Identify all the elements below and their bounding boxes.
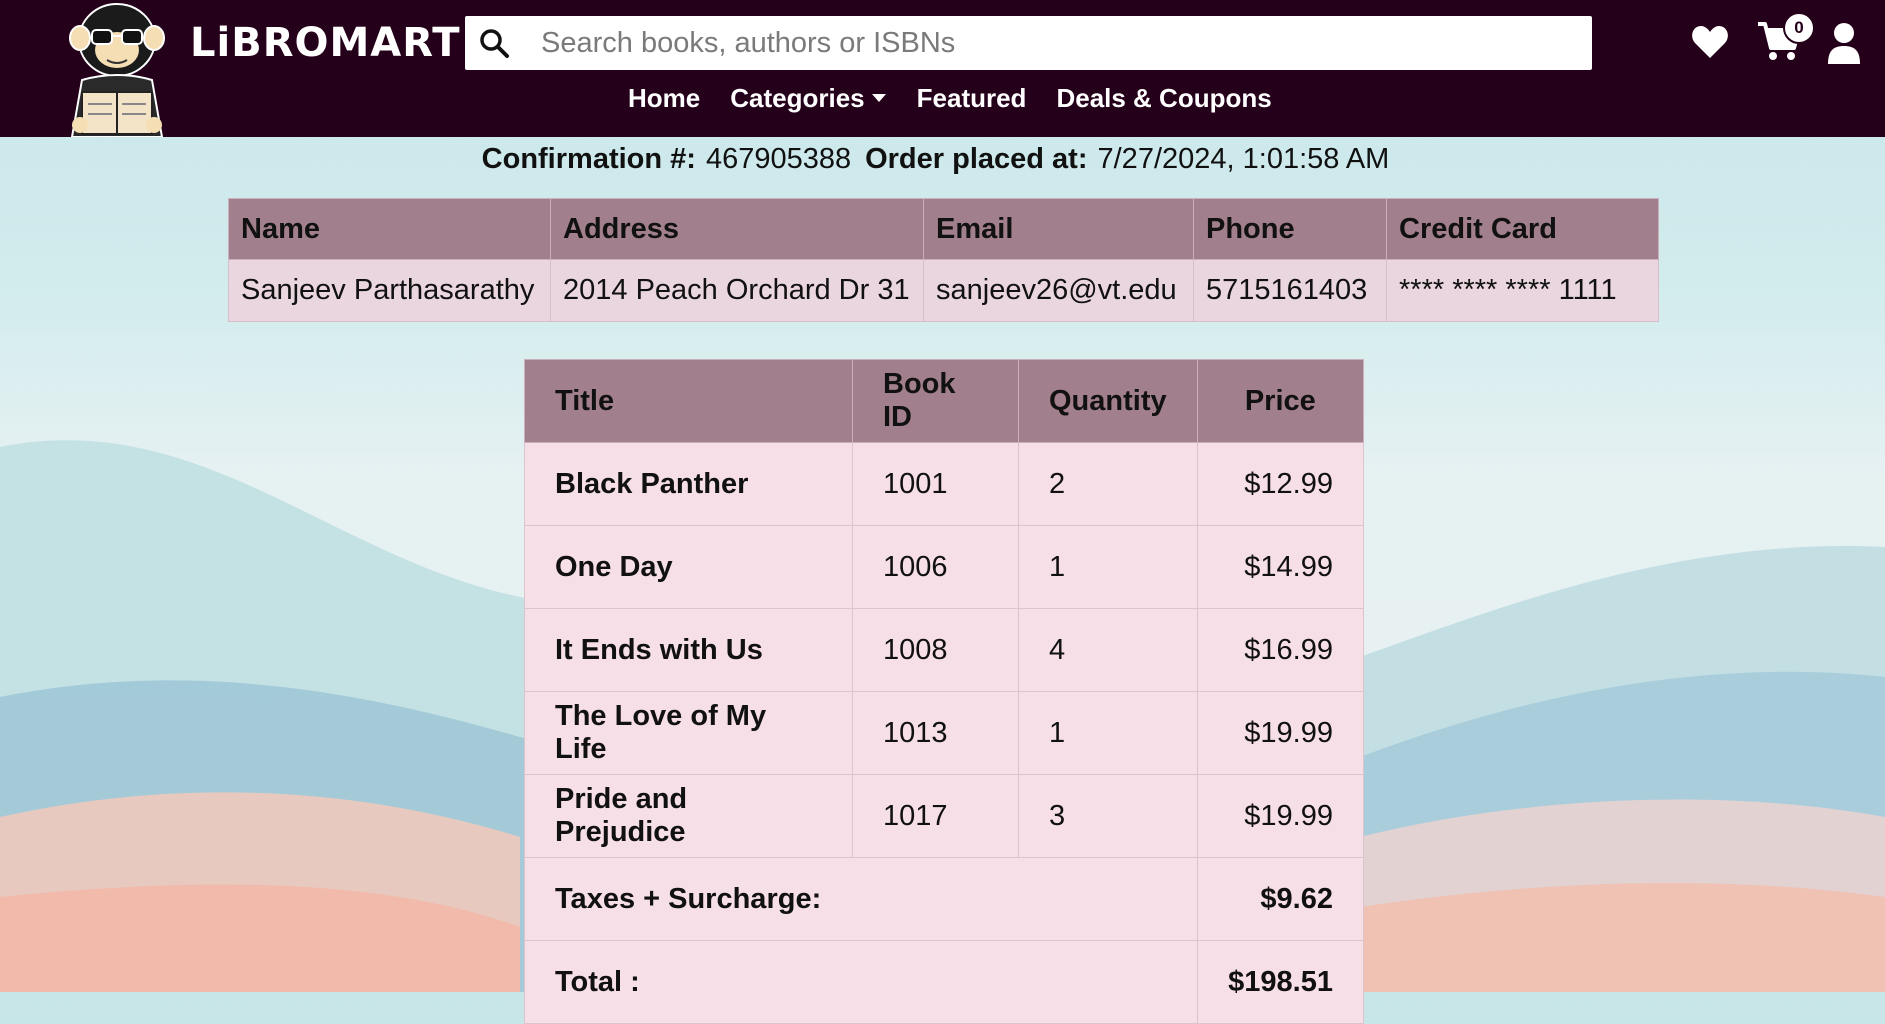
customer-name: Sanjeev Parthasarathy xyxy=(228,259,551,322)
confirmation-number-label: Confirmation #: xyxy=(481,143,696,175)
order-header-row: Title Book ID Quantity Price xyxy=(524,359,1365,443)
item-title: Black Panther xyxy=(524,442,853,526)
customer-info-table: Name Address Email Phone Credit Card San… xyxy=(228,198,1659,322)
item-title: It Ends with Us xyxy=(524,608,853,692)
order-placed-label: Order placed at: xyxy=(865,143,1088,175)
item-book-id: 1013 xyxy=(852,691,1019,775)
column-header-book-id: Book ID xyxy=(852,359,1019,443)
search-input[interactable] xyxy=(539,17,1592,69)
chevron-down-icon xyxy=(871,94,886,102)
nav-featured-link[interactable]: Featured xyxy=(917,83,1027,114)
column-header-price: Price xyxy=(1196,359,1365,443)
item-title: One Day xyxy=(524,525,853,609)
item-quantity: 4 xyxy=(1018,608,1198,692)
confirmation-number-value: 467905388 xyxy=(705,143,852,175)
nav-home-link[interactable]: Home xyxy=(628,83,700,114)
taxes-row: Taxes + Surcharge: $9.62 xyxy=(524,857,1365,941)
cart-count-badge: 0 xyxy=(1783,12,1815,44)
item-title: The Love of My Life xyxy=(524,691,853,775)
table-row: It Ends with Us 1008 4 $16.99 xyxy=(524,608,1365,692)
confirmation-line: Confirmation #: 467905388 Order placed at:… xyxy=(0,143,1885,176)
item-price: $16.99 xyxy=(1196,608,1365,692)
taxes-value: $9.62 xyxy=(1196,857,1365,941)
item-quantity: 1 xyxy=(1018,525,1198,609)
item-book-id: 1008 xyxy=(852,608,1019,692)
item-price: $19.99 xyxy=(1196,774,1365,858)
top-navigation-bar: LiBROMART Home Categories Featured Deals… xyxy=(0,0,1885,137)
item-quantity: 2 xyxy=(1018,442,1198,526)
total-label: Total : xyxy=(524,940,1198,1024)
order-items-table: Title Book ID Quantity Price Black Panth… xyxy=(524,359,1365,1024)
item-price: $12.99 xyxy=(1196,442,1365,526)
item-price: $14.99 xyxy=(1196,525,1365,609)
customer-address: 2014 Peach Orchard Dr 31 xyxy=(550,259,924,322)
nav-categories-dropdown[interactable]: Categories xyxy=(730,83,886,114)
taxes-label: Taxes + Surcharge: xyxy=(524,857,1198,941)
item-book-id: 1006 xyxy=(852,525,1019,609)
item-title: Pride and Prejudice xyxy=(524,774,853,858)
item-book-id: 1001 xyxy=(852,442,1019,526)
search-bar xyxy=(465,16,1592,70)
order-placed-value: 7/27/2024, 1:01:58 AM xyxy=(1097,143,1390,175)
table-row: Black Panther 1001 2 $12.99 xyxy=(524,442,1365,526)
search-icon[interactable] xyxy=(469,16,519,70)
heart-icon[interactable] xyxy=(1690,22,1730,62)
column-header-credit-card: Credit Card xyxy=(1386,198,1659,260)
monkey-reading-logo-icon[interactable] xyxy=(52,0,182,137)
main-nav: Home Categories Featured Deals & Coupons xyxy=(628,80,1272,116)
column-header-phone: Phone xyxy=(1193,198,1387,260)
column-header-email: Email xyxy=(923,198,1194,260)
user-icon[interactable] xyxy=(1826,22,1862,64)
item-price: $19.99 xyxy=(1196,691,1365,775)
nav-categories-label: Categories xyxy=(730,82,865,113)
column-header-address: Address xyxy=(550,198,924,260)
item-quantity: 1 xyxy=(1018,691,1198,775)
item-book-id: 1017 xyxy=(852,774,1019,858)
brand-logo-text[interactable]: LiBROMART xyxy=(190,20,461,66)
customer-email: sanjeev26@vt.edu xyxy=(923,259,1194,322)
customer-row: Sanjeev Parthasarathy 2014 Peach Orchard… xyxy=(228,259,1659,322)
item-quantity: 3 xyxy=(1018,774,1198,858)
total-value: $198.51 xyxy=(1196,940,1365,1024)
nav-deals-link[interactable]: Deals & Coupons xyxy=(1056,83,1271,114)
customer-phone: 5715161403 xyxy=(1193,259,1387,322)
customer-header-row: Name Address Email Phone Credit Card xyxy=(228,198,1659,260)
column-header-title: Title xyxy=(524,359,853,443)
column-header-name: Name xyxy=(228,198,551,260)
total-row: Total : $198.51 xyxy=(524,940,1365,1024)
table-row: One Day 1006 1 $14.99 xyxy=(524,525,1365,609)
customer-credit-card: **** **** **** 1111 xyxy=(1386,259,1659,322)
column-header-quantity: Quantity xyxy=(1018,359,1198,443)
table-row: The Love of My Life 1013 1 $19.99 xyxy=(524,691,1365,775)
table-row: Pride and Prejudice 1017 3 $19.99 xyxy=(524,774,1365,858)
